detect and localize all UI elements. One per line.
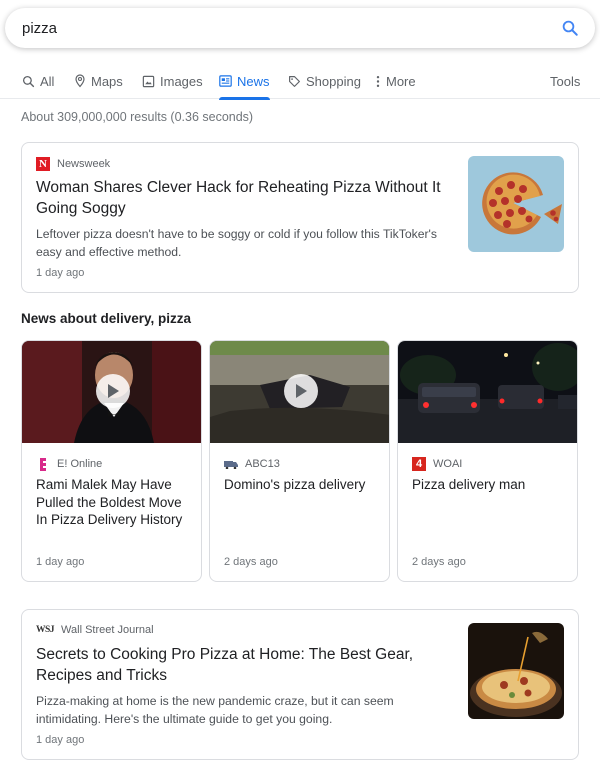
tab-news[interactable]: News [219, 62, 270, 100]
news-snippet: Pizza-making at home is the new pandemic… [36, 694, 394, 726]
news-card-wsj[interactable]: WSJ Wall Street Journal Secrets to Cooki… [21, 609, 579, 760]
tab-label: More [386, 73, 416, 89]
news-headline[interactable]: Rami Malek May Have Pulled the Boldest M… [36, 476, 192, 529]
search-icon[interactable] [559, 17, 581, 39]
news-source: N Newsweek [36, 157, 110, 171]
search-icon [22, 75, 35, 87]
video-thumbnail[interactable] [22, 341, 201, 443]
source-name: ABC13 [245, 458, 280, 470]
news-age: 2 days ago [224, 556, 278, 568]
news-source: ABC13 [224, 457, 280, 471]
newsweek-logo: N [36, 157, 50, 171]
tab-label: News [237, 73, 270, 89]
section-title: News about delivery, pizza [21, 311, 192, 326]
news-age: 1 day ago [36, 556, 85, 568]
tab-more[interactable]: More [375, 62, 416, 99]
image-icon [142, 75, 155, 87]
play-button-icon[interactable] [284, 374, 318, 408]
result-stats: About 309,000,000 results (0.36 seconds) [21, 110, 254, 124]
tab-label: Maps [91, 73, 123, 89]
tab-label: Shopping [306, 73, 361, 89]
source-name: Newsweek [57, 158, 111, 170]
map-pin-icon [75, 74, 85, 88]
news-age: 2 days ago [412, 556, 466, 568]
news-card-abc13[interactable]: ABC13 Domino's pizza delivery 2 days ago [209, 340, 390, 582]
source-name: E! Online [57, 458, 103, 470]
news-card-eonline[interactable]: E! Online Rami Malek May Have Pulled the… [21, 340, 202, 582]
pizza-thumbnail[interactable] [468, 156, 564, 252]
tag-icon [289, 75, 300, 87]
search-input[interactable]: pizza [22, 20, 559, 37]
tab-label: Images [160, 73, 203, 89]
abc13-logo [224, 457, 238, 471]
play-button-icon[interactable] [96, 374, 130, 408]
tab-label: All [40, 73, 55, 89]
news-source: WSJ Wall Street Journal [36, 624, 154, 636]
tab-maps[interactable]: Maps [74, 62, 123, 99]
news-headline[interactable]: Woman Shares Clever Hack for Reheating P… [36, 177, 451, 219]
news-icon [219, 75, 232, 87]
video-thumbnail[interactable] [210, 341, 389, 443]
news-snippet: Leftover pizza doesn't have to be soggy … [36, 227, 437, 259]
source-name: Wall Street Journal [61, 624, 154, 636]
news-thumbnail[interactable] [398, 341, 577, 443]
search-bar[interactable]: pizza [5, 8, 595, 48]
tools-label: Tools [550, 73, 581, 89]
search-tabs: All Maps Images News Shopping More Tools [0, 62, 600, 100]
tab-images[interactable]: Images [142, 62, 203, 99]
news-source: 4 WOAI [412, 457, 462, 471]
news-age: 1 day ago [36, 734, 85, 746]
more-vert-icon [376, 75, 380, 87]
tab-all[interactable]: All [22, 62, 54, 99]
news-age: 1 day ago [36, 267, 85, 279]
pizza-photo-thumbnail[interactable] [468, 623, 564, 719]
news-card-newsweek[interactable]: N Newsweek Woman Shares Clever Hack for … [21, 142, 579, 293]
woai-logo: 4 [412, 457, 426, 471]
news-headline[interactable]: Secrets to Cooking Pro Pizza at Home: Th… [36, 644, 451, 686]
tools-button[interactable]: Tools [550, 62, 580, 99]
wsj-logo: WSJ [36, 625, 55, 635]
source-name: WOAI [433, 458, 463, 470]
news-headline[interactable]: Pizza delivery man [412, 476, 568, 494]
tab-shopping[interactable]: Shopping [288, 62, 361, 99]
news-source: E! Online [36, 457, 102, 471]
news-card-woai[interactable]: 4 WOAI Pizza delivery man 2 days ago [397, 340, 578, 582]
eonline-logo [36, 457, 50, 471]
news-headline[interactable]: Domino's pizza delivery [224, 476, 380, 494]
